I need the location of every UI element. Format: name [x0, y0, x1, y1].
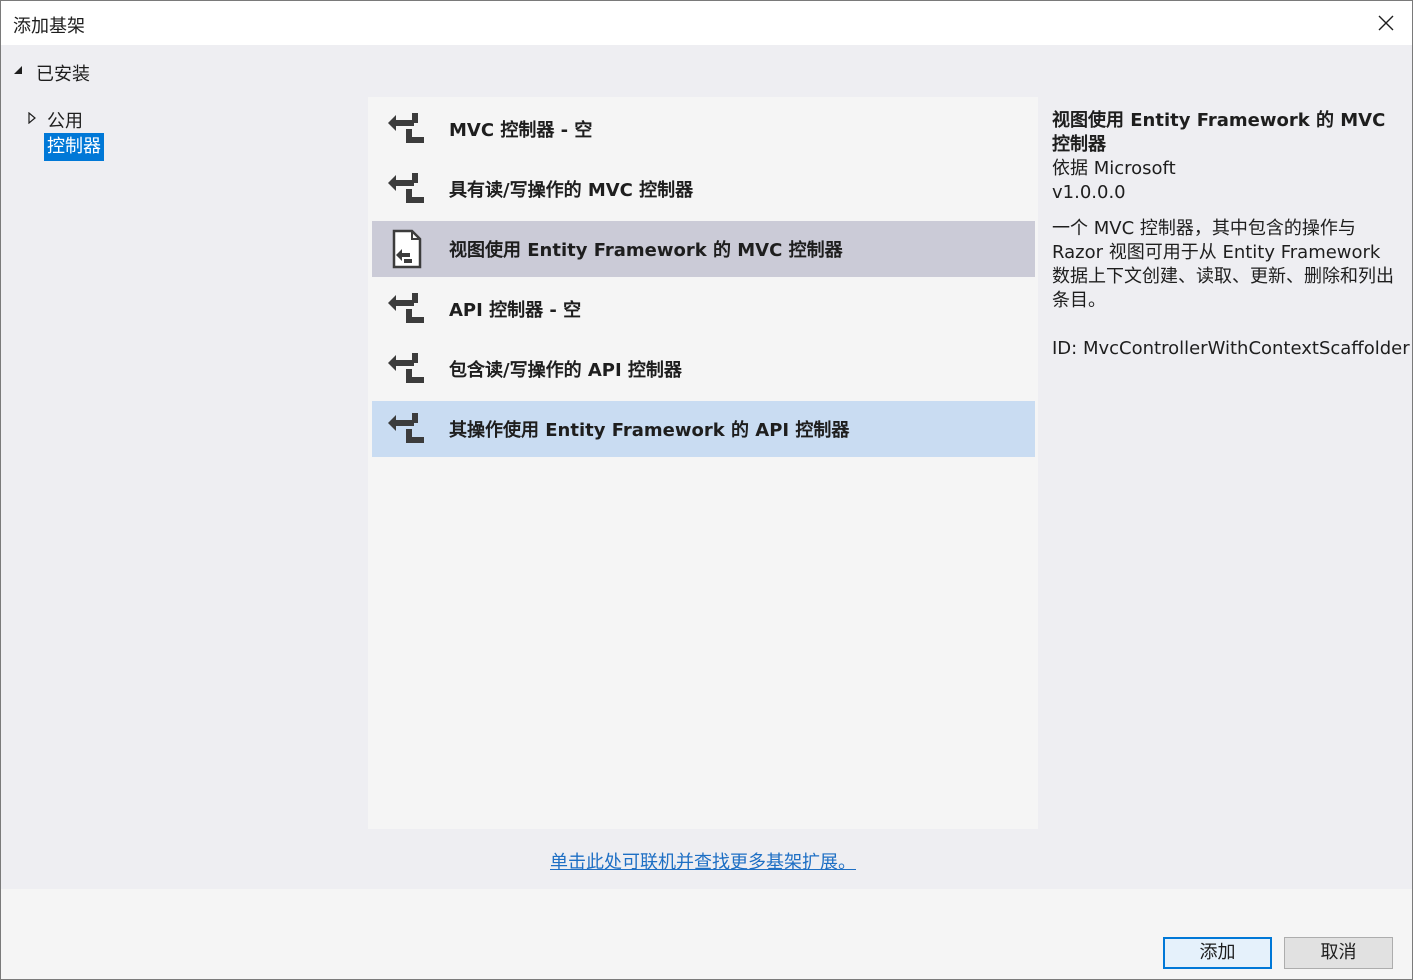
tree-item-label: 公用: [47, 111, 83, 132]
controller-icon: [388, 113, 424, 143]
details-title: 视图使用 Entity Framework 的 MVC 控制器: [1052, 110, 1386, 155]
controller-icon: [388, 353, 424, 383]
scaffold-item-label: 视图使用 Entity Framework 的 MVC 控制器: [449, 240, 843, 261]
tree-item-controller[interactable]: 控制器: [44, 133, 104, 161]
view-controller-icon: [392, 229, 422, 269]
scaffold-item-label: 包含读/写操作的 API 控制器: [449, 360, 682, 381]
details-version: v1.0.0.0: [1052, 182, 1126, 203]
controller-icon: [388, 173, 424, 203]
scaffold-item-label: MVC 控制器 - 空: [449, 120, 593, 141]
title-bar: 添加基架: [1, 1, 1412, 45]
controller-icon: [388, 293, 424, 323]
online-extensions-link[interactable]: 单击此处可联机并查找更多基架扩展。: [550, 848, 856, 874]
controller-icon: [388, 413, 424, 443]
tree-installed-label: 已安装: [36, 64, 90, 85]
scaffold-item-api-empty[interactable]: API 控制器 - 空: [372, 281, 1035, 337]
scaffold-item-label: 具有读/写操作的 MVC 控制器: [449, 180, 694, 201]
details-description: 一个 MVC 控制器，其中包含的操作与 Razor 视图可用于从 Entity …: [1052, 218, 1394, 311]
scaffold-item-label: API 控制器 - 空: [449, 300, 582, 321]
details-id: ID: MvcControllerWithContextScaffolder: [1052, 338, 1410, 359]
collapse-triangle-icon: [14, 66, 22, 74]
cancel-button[interactable]: 取消: [1284, 937, 1393, 969]
scaffold-list: MVC 控制器 - 空 具有读/写操作的 MVC 控制器 视图使用 Entity…: [368, 97, 1038, 829]
scaffold-item-mvc-ef-views[interactable]: 视图使用 Entity Framework 的 MVC 控制器: [372, 221, 1035, 277]
scaffold-item-mvc-readwrite[interactable]: 具有读/写操作的 MVC 控制器: [372, 161, 1035, 217]
add-button[interactable]: 添加: [1163, 937, 1272, 969]
window-title: 添加基架: [13, 16, 85, 37]
scaffold-item-mvc-empty[interactable]: MVC 控制器 - 空: [372, 101, 1035, 157]
scaffold-item-label: 其操作使用 Entity Framework 的 API 控制器: [449, 420, 850, 441]
scaffold-item-api-ef-actions[interactable]: 其操作使用 Entity Framework 的 API 控制器: [372, 401, 1035, 457]
add-scaffold-dialog: 添加基架 已安装 公用 控制器 MVC 控制器 - 空 具有读/写操作的 MVC…: [0, 0, 1413, 980]
details-author: 依据 Microsoft: [1052, 158, 1176, 179]
close-icon: [1378, 15, 1394, 31]
scaffold-item-api-readwrite[interactable]: 包含读/写操作的 API 控制器: [372, 341, 1035, 397]
close-button[interactable]: [1370, 7, 1402, 39]
expand-triangle-icon: [28, 112, 36, 124]
details-panel: 视图使用 Entity Framework 的 MVC 控制器 依据 Micro…: [1052, 109, 1410, 361]
